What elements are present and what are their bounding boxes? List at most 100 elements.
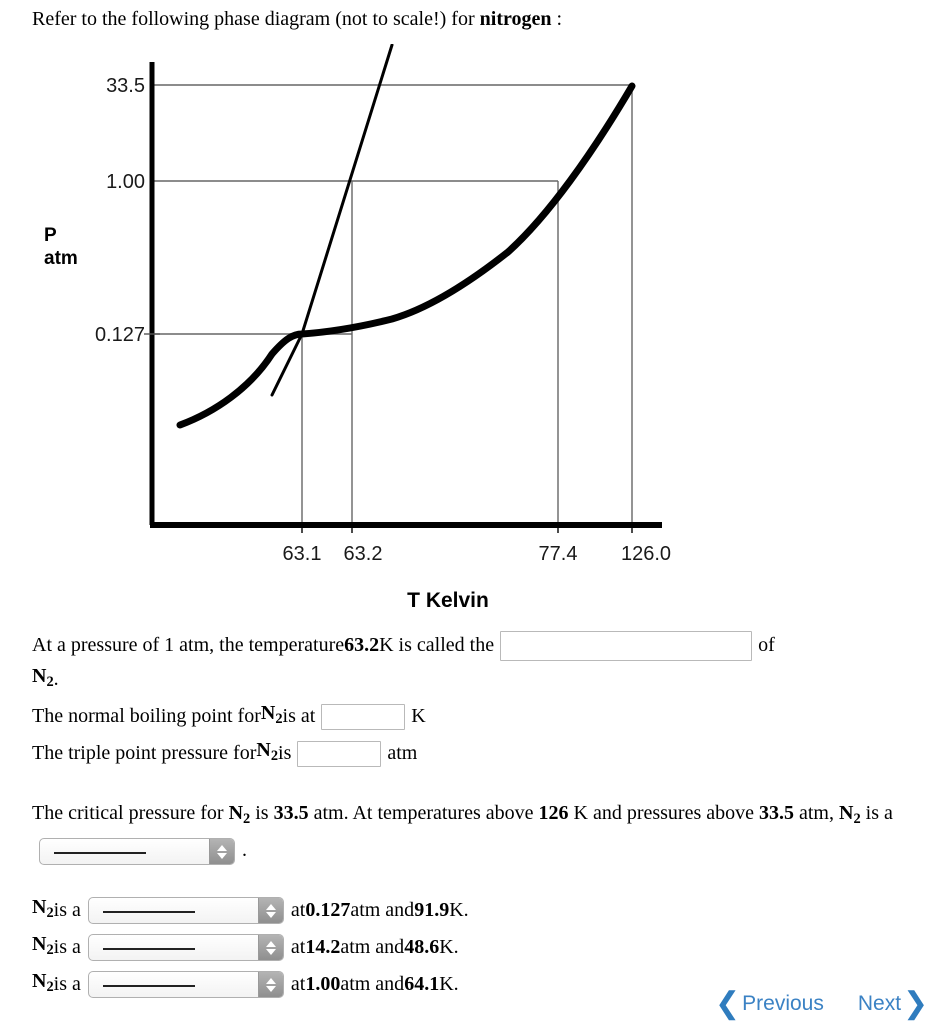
ytick-label-1-00: 1.00 [106,171,145,193]
q4-text-3: atm. At temperatures above [308,802,539,825]
supercritical-state-select[interactable] [39,838,235,866]
y-axis-label: P atm [44,224,78,270]
state-mid-text: at [290,899,306,922]
state-pressure: 0.127 [305,899,351,922]
state-select-2[interactable] [87,934,284,962]
state-pressure: 14.2 [305,936,341,959]
q4-text-5: atm, [794,802,839,825]
questions-block: At a pressure of 1 atm, the temperature … [32,630,922,1003]
q4-text-2: is [250,802,274,825]
q4-text-1: The critical pressure for [32,802,229,825]
page-prompt: Refer to the following phase diagram (no… [32,6,562,32]
state-formula: N2 [32,933,54,959]
q4-formula-2: N2 [839,802,861,828]
q4-critical-temperature: 126 [538,802,569,825]
chevron-up-icon [217,844,227,851]
select-stepper-icon[interactable] [257,898,283,924]
state-temperature: 64.1 [404,973,440,996]
q1-period: . [53,668,59,691]
q4-critical-pressure-2: 33.5 [759,802,794,825]
next-label: Next [857,992,902,1015]
state-unit-2: K. [439,973,459,996]
q4-critical-pressure: 33.5 [273,802,309,825]
y-axis-label-line1: P [44,225,57,246]
prompt-text-before: Refer to the following phase diagram (no… [32,8,480,30]
select-placeholder-dash [102,947,195,950]
state-unit-1: atm and [340,936,405,959]
q2-text-2: is at [282,705,316,728]
chevron-down-icon [217,852,227,859]
state-temperature: 48.6 [404,936,440,959]
q4-period: . [242,839,247,862]
pagination-nav: ❮ Previous Next ❯ [715,989,928,1019]
ytick-label-33-5: 33.5 [106,75,145,97]
chevron-down-icon [265,948,276,955]
select-stepper-icon[interactable] [209,839,234,865]
q3-text-2: is [278,742,292,765]
question-naming-row: At a pressure of 1 atm, the temperature … [32,630,922,661]
q3-text-1: The triple point pressure for [32,742,257,765]
xtick-label-77-4: 77.4 [539,543,578,565]
state-select-3[interactable] [87,971,284,999]
question-boiling-point-row: The normal boiling point for N2 is at K [32,698,922,735]
state-unit-1: atm and [350,899,415,922]
q2-formula: N2 [260,702,283,728]
question-naming-row-tail: N2 . [32,661,922,698]
state-temperature: 91.9 [414,899,450,922]
next-button[interactable]: Next ❯ [858,989,928,1019]
state-row: N2 is a at 14.2 atm and 48.6 K. [32,929,922,966]
q2-text-1: The normal boiling point for [32,705,261,728]
chevron-up-icon [265,903,276,910]
state-unit-2: K. [439,936,459,959]
q1-text-2: K is called the [379,634,495,656]
state-mid-text: at [290,973,306,996]
chevron-down-icon [265,985,276,992]
q1-temperature: 63.2 [344,634,380,656]
state-lead-text: is a [53,936,81,959]
vaporization-curve [176,82,636,429]
x-axis-title: T Kelvin [407,589,489,612]
chevron-down-icon [265,911,276,918]
select-stepper-icon[interactable] [257,935,283,961]
chevron-up-icon [265,977,276,984]
q1-text-3: of [758,634,775,656]
state-unit-1: atm and [340,973,405,996]
state-lead-text: is a [53,973,81,996]
question-critical-pressure-row: The critical pressure for N2 is 33.5 atm… [32,798,922,866]
phase-diagram-svg: 33.5 1.00 0.127 63.1 63.2 77.4 126.0 T K… [95,44,671,612]
select-placeholder-dash [102,910,195,913]
q4-formula-1: N2 [228,802,251,828]
chevron-up-icon [265,940,276,947]
xtick-label-63-2: 63.2 [344,543,383,565]
q3-formula: N2 [256,739,279,765]
previous-button[interactable]: ❮ Previous [715,989,824,1019]
state-mid-text: at [290,936,306,959]
chevron-left-icon: ❮ [715,987,741,1020]
xtick-label-63-1: 63.1 [283,543,322,565]
q3-unit: atm [387,742,418,765]
state-formula: N2 [32,896,54,922]
fusion-curve [270,44,394,397]
state-lead-text: is a [53,899,81,922]
chevron-right-icon: ❯ [903,987,929,1020]
ytick-label-0-127: 0.127 [95,324,145,346]
y-axis-label-line2: atm [44,248,78,269]
state-formula: N2 [32,970,54,996]
q2-unit: K [411,705,426,728]
boiling-point-input[interactable] [321,703,406,730]
question-triple-point-row: The triple point pressure for N2 is atm [32,735,922,772]
phase-diagram: P atm 33.5 1.00 0.127 63.1 63.2 77.4 126… [0,44,700,614]
state-row: N2 is a at 0.127 atm and 91.9 K. [32,892,922,929]
prompt-substance: nitrogen [479,8,552,30]
previous-label: Previous [742,992,824,1015]
phase-transition-name-input[interactable] [500,630,753,661]
q4-text-4: K and pressures above [568,802,759,825]
select-placeholder-dash [102,984,195,987]
prompt-text-after: : [551,8,563,30]
triple-point-pressure-input[interactable] [297,740,382,767]
q4-text-6: is a [860,802,893,825]
select-stepper-icon[interactable] [257,972,283,998]
select-placeholder-dash [54,851,146,854]
state-select-1[interactable] [87,897,284,925]
q1-formula: N2 [32,665,54,691]
